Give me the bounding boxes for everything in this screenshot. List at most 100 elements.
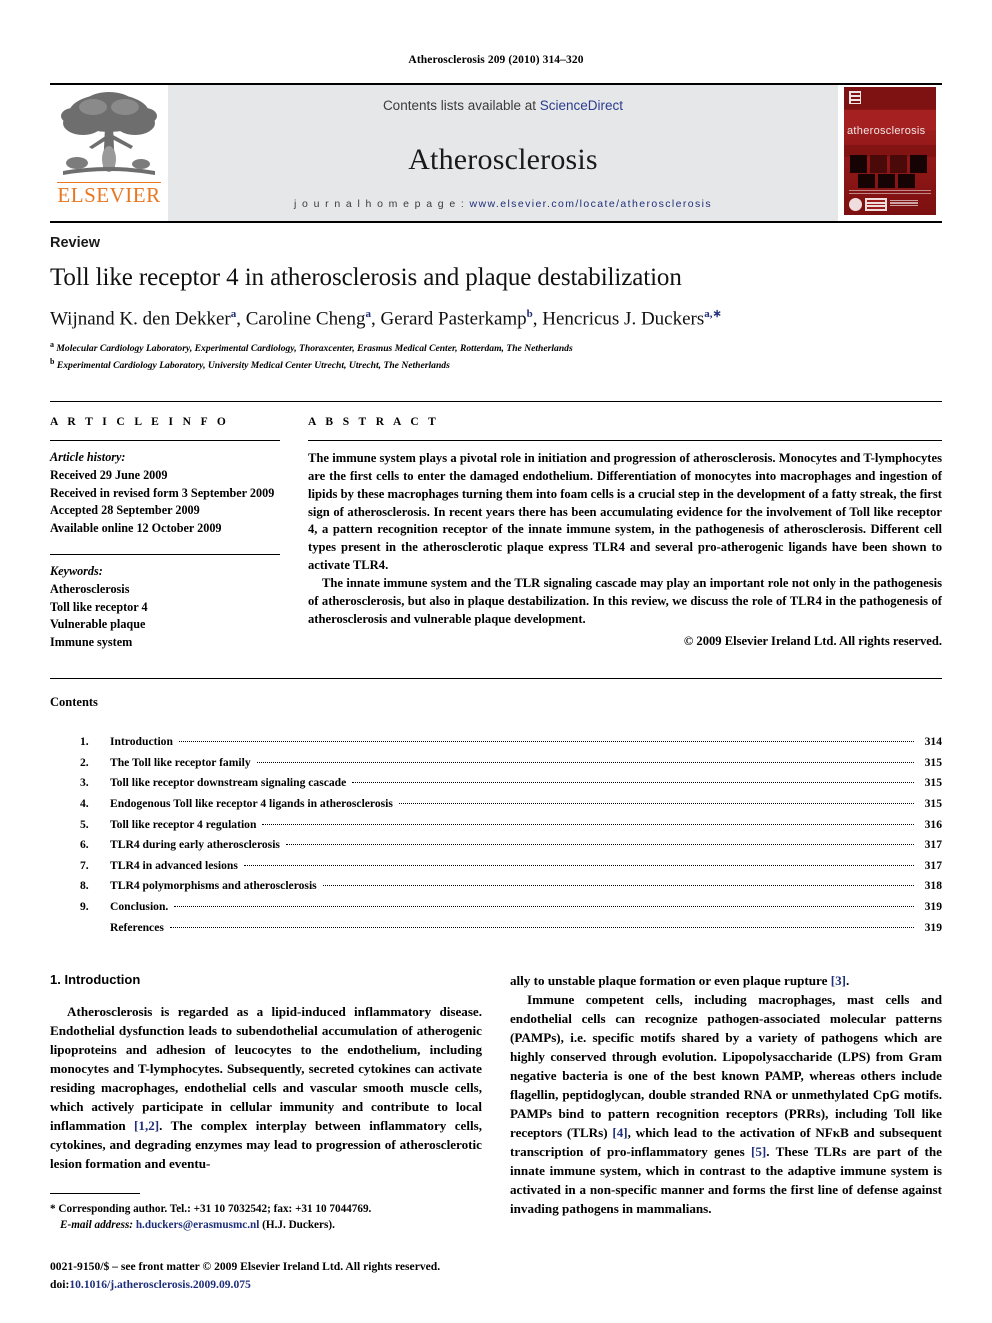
toc-label: Conclusion. xyxy=(110,900,169,914)
homepage-prefix: j o u r n a l h o m e p a g e : xyxy=(293,198,470,210)
toc-row[interactable]: 5. Toll like receptor 4 regulation 316 xyxy=(50,815,942,836)
body-column-right: ally to unstable plaque formation or eve… xyxy=(510,972,942,1219)
history-item: Available online 12 October 2009 xyxy=(50,521,222,536)
abstract-heading: A B S T R A C T xyxy=(308,415,440,428)
email-line: E-mail address: h.duckers@erasmusmc.nl (… xyxy=(50,1217,480,1234)
table-of-contents: 1. Introduction 314 2. The Toll like recept… xyxy=(50,732,942,938)
paragraph: ally to unstable plaque formation or eve… xyxy=(510,973,850,989)
abstract-body: The immune system plays a pivotal role i… xyxy=(308,450,942,629)
keyword-item: Immune system xyxy=(50,635,133,650)
affiliation-list: a Molecular Cardiology Laboratory, Exper… xyxy=(50,339,942,373)
affiliation-marker: b xyxy=(50,357,55,367)
toc-row[interactable]: 9. Conclusion. 319 xyxy=(50,897,942,918)
elsevier-wordmark: ELSEVIER xyxy=(57,182,161,207)
toc-row[interactable]: 7. TLR4 in advanced lesions 317 xyxy=(50,856,942,877)
affiliation-item: a Molecular Cardiology Laboratory, Exper… xyxy=(50,339,942,356)
toc-leader xyxy=(169,926,914,928)
affiliation-marker: a xyxy=(50,340,54,350)
paragraph: Atherosclerosis is regarded as a lipid-i… xyxy=(50,1004,482,1172)
toc-leader xyxy=(178,741,914,743)
cover-circle-icon xyxy=(849,198,862,211)
toc-row[interactable]: 4. Endogenous Toll like receptor 4 ligand… xyxy=(50,794,942,815)
author-list: Wijnand K. den Dekkera, Caroline Chenga,… xyxy=(50,308,722,330)
contents-prefix: Contents lists available at xyxy=(382,98,540,113)
journal-cover-thumbnail: atherosclerosis xyxy=(844,87,936,215)
journal-masthead: ELSEVIER Contents lists available at Sci… xyxy=(50,83,942,221)
toc-label: TLR4 during early atherosclerosis xyxy=(110,838,280,852)
history-item: Received in revised form 3 September 200… xyxy=(50,485,275,500)
history-item: Received 29 June 2009 xyxy=(50,467,168,482)
abstract-column: A B S T R A C T The immune system plays … xyxy=(308,416,942,652)
toc-row[interactable]: 6. TLR4 during early atherosclerosis 317 xyxy=(50,835,942,856)
footnote-area: * Corresponding author. Tel.: +31 10 703… xyxy=(50,1192,480,1293)
toc-number: 9. xyxy=(80,900,89,914)
abstract-copyright: © 2009 Elsevier Ireland Ltd. All rights … xyxy=(683,633,942,648)
toc-leader xyxy=(322,885,914,887)
toc-leader xyxy=(174,906,914,908)
footnote-rule xyxy=(50,1192,140,1194)
paragraph: Immune competent cells, including macrop… xyxy=(510,992,942,1217)
toc-number: 3. xyxy=(80,776,89,790)
toc-row[interactable]: 3. Toll like receptor downstream signalin… xyxy=(50,773,942,794)
toc-page: 316 xyxy=(924,817,942,831)
keyword-item: Atherosclerosis xyxy=(50,581,130,596)
journal-banner: Contents lists available at ScienceDirec… xyxy=(168,85,838,221)
body-columns: 1. Introduction Atherosclerosis is regar… xyxy=(50,972,942,1219)
abstract-paragraph: The innate immune system and the TLR sig… xyxy=(308,576,942,626)
keyword-item: Toll like receptor 4 xyxy=(50,599,148,614)
toc-number: 7. xyxy=(80,858,89,872)
keyword-item: Vulnerable plaque xyxy=(50,617,146,632)
toc-page: 315 xyxy=(924,796,942,810)
affiliation-text: Experimental Cardiology Laboratory, Univ… xyxy=(56,360,450,372)
toc-number: 5. xyxy=(80,817,89,831)
info-abstract-section: A R T I C L E I N F O Article history: R… xyxy=(50,400,942,652)
toc-leader xyxy=(243,864,914,866)
toc-row[interactable]: References 319 xyxy=(50,918,942,939)
abstract-paragraph: The immune system plays a pivotal role i… xyxy=(308,450,942,573)
cover-journal-title: atherosclerosis xyxy=(847,125,926,137)
elsevier-tree-icon xyxy=(61,92,157,175)
toc-label: Toll like receptor 4 regulation xyxy=(110,817,257,831)
cover-footer-marks xyxy=(849,198,918,211)
contents-available-line: Contents lists available at ScienceDirec… xyxy=(383,98,623,113)
toc-number: 2. xyxy=(80,755,89,769)
journal-homepage-url[interactable]: www.elsevier.com/locate/atherosclerosis xyxy=(470,198,713,210)
page-title: Toll like receptor 4 in atherosclerosis … xyxy=(50,264,682,291)
email-address[interactable]: h.duckers@erasmusmc.nl xyxy=(136,1219,260,1231)
cover-image-strip xyxy=(850,155,927,173)
toc-row[interactable]: 1. Introduction 314 xyxy=(50,732,942,753)
toc-row[interactable]: 2. The Toll like receptor family 315 xyxy=(50,753,942,774)
contents-section: Contents 1. Introduction 314 2. The Toll li… xyxy=(50,678,942,938)
affiliation-text: Molecular Cardiology Laboratory, Experim… xyxy=(56,343,573,355)
article-info-rule xyxy=(50,439,280,441)
toc-leader xyxy=(352,782,914,784)
toc-label: Endogenous Toll like receptor 4 ligands … xyxy=(110,796,393,810)
toc-leader xyxy=(262,823,914,825)
sciencedirect-link[interactable]: ScienceDirect xyxy=(540,98,623,113)
toc-number: 8. xyxy=(80,879,89,893)
journal-homepage-line: j o u r n a l h o m e p a g e : www.else… xyxy=(294,198,712,210)
corresponding-author-note: * Corresponding author. Tel.: +31 10 703… xyxy=(50,1201,480,1235)
cover-image-strip-2 xyxy=(858,174,915,188)
toc-page: 318 xyxy=(924,879,942,893)
keywords-block: Keywords: Atherosclerosis Toll like rece… xyxy=(50,563,280,652)
body-text-right: ally to unstable plaque formation or eve… xyxy=(510,972,942,1219)
toc-page: 319 xyxy=(924,900,942,914)
doi-value[interactable]: 10.1016/j.atherosclerosis.2009.09.075 xyxy=(69,1278,251,1291)
body-text-left: Atherosclerosis is regarded as a lipid-i… xyxy=(50,1003,482,1174)
toc-row[interactable]: 8. TLR4 polymorphisms and atherosclerosis… xyxy=(50,876,942,897)
journal-article-page: Atherosclerosis 209 (2010) 314–320 ELSEV… xyxy=(0,0,992,1323)
journal-cover-cell: atherosclerosis xyxy=(838,85,942,221)
article-history-block: Article history: Received 29 June 2009 R… xyxy=(50,449,280,538)
toc-leader xyxy=(398,802,914,804)
article-type: Review xyxy=(50,235,100,251)
article-history-label: Article history: xyxy=(50,449,126,464)
section-heading-introduction: 1. Introduction xyxy=(50,972,141,988)
toc-leader xyxy=(285,844,914,846)
keywords-label: Keywords: xyxy=(50,563,103,578)
toc-number: 1. xyxy=(80,735,89,749)
toc-page: 317 xyxy=(924,838,942,852)
toc-label: The Toll like receptor family xyxy=(110,755,251,769)
email-label: E-mail address: xyxy=(60,1219,134,1232)
